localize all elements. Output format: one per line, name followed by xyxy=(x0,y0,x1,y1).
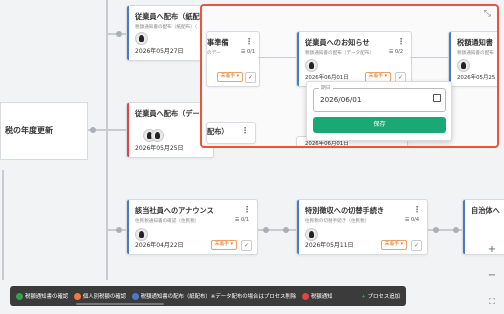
card-subtitle: 税額通知書の配布（紙配布）（ xyxy=(135,25,198,30)
task-card-hidden[interactable]: 配布） ⋮ xyxy=(206,122,256,144)
connector-node xyxy=(453,227,459,233)
connector-announce-procedure xyxy=(256,229,296,231)
card-menu-icon[interactable]: ⋮ xyxy=(413,205,421,214)
legend-label[interactable]: 税額通知 xyxy=(311,294,333,300)
connector-node xyxy=(263,227,269,233)
card-menu-icon[interactable]: ⋮ xyxy=(245,37,253,46)
zoom-out-icon[interactable]: − xyxy=(486,270,498,282)
assignee-avatar[interactable] xyxy=(305,59,318,72)
card-title: 配布） xyxy=(207,127,229,136)
process-legend-bar: 税額通知書の確認 個人別税額の確認 税額通知書の配布（紙配布）※データ配布の場合… xyxy=(10,286,406,306)
status-dropdown[interactable]: 未着手 ▾ xyxy=(380,240,407,250)
connector-node xyxy=(433,227,439,233)
status-dropdown[interactable]: 未着手 ▾ xyxy=(210,240,237,250)
card-accent-bar xyxy=(463,200,465,254)
connector-node xyxy=(116,227,122,233)
connector-overlay xyxy=(258,57,296,58)
legend-items: 税額通知書の確認 個人別税額の確認 税額通知書の配布（紙配布）※データ配布の場合… xyxy=(12,292,332,300)
card-title: 特別徴収への切替手続き xyxy=(305,206,385,215)
card-title: 事準備 xyxy=(207,38,229,47)
legend-dot xyxy=(73,292,81,300)
card-menu-icon[interactable]: ⋮ xyxy=(243,205,251,214)
legend-label[interactable]: 税額通知書の配布（紙配布）※データ配布の場合はプロセス削除 xyxy=(141,294,296,300)
card-title: 従業員へ配布（データ xyxy=(135,109,207,118)
connector-node xyxy=(116,31,122,37)
checklist-count: ☰ 0/2 xyxy=(388,49,403,55)
date-picker-popup[interactable]: 期日 2026/06/01 保存 xyxy=(306,81,452,141)
card-subtitle: のデー xyxy=(207,51,221,56)
card-subtitle: 税額通知書の配布（データ配布） xyxy=(305,51,374,56)
due-date-field[interactable]: 期日 2026/06/01 xyxy=(313,84,446,112)
expanded-process-panel[interactable]: ⤡ 事準備 ⋮ のデー ☰ 0/1 未着手 ▾ ✓ 従業員へのお知らせ ⋮ 税額… xyxy=(200,4,499,148)
add-process-label: プロセス追加 xyxy=(367,294,400,300)
status-dropdown[interactable]: 未着手 ▾ xyxy=(216,72,243,82)
connector-overlay xyxy=(410,57,448,58)
legend-label[interactable]: 個人別税額の確認 xyxy=(83,294,126,300)
card-subtitle: 住民税の切替手続き（住民税） xyxy=(305,219,370,224)
root-process-label: 税の年度更新 xyxy=(5,126,53,135)
card-accent-bar xyxy=(127,200,129,254)
task-card-switch-procedure[interactable]: 特別徴収への切替手続き ⋮ 住民税の切替手続き（住民税） ☰ 0/4 2026年… xyxy=(296,199,428,255)
zoom-in-icon[interactable]: + xyxy=(486,244,498,256)
card-menu-icon[interactable]: ⋮ xyxy=(397,37,405,46)
connector-left xyxy=(2,170,4,280)
complete-checkbox[interactable]: ✓ xyxy=(411,240,422,251)
save-button[interactable]: 保存 xyxy=(313,117,446,133)
card-due-date: 2026年06月01日 xyxy=(305,75,349,81)
card-accent-bar xyxy=(297,200,299,254)
due-date-value[interactable]: 2026/06/01 xyxy=(320,95,361,104)
task-card-prep[interactable]: 事準備 ⋮ のデー ☰ 0/1 未着手 ▾ ✓ xyxy=(206,31,260,87)
legend-label[interactable]: 税額通知書の確認 xyxy=(25,294,68,300)
complete-checkbox[interactable]: ✓ xyxy=(241,240,252,251)
assignee-avatar[interactable] xyxy=(457,59,470,72)
card-title: 該当社員へのアナウンス xyxy=(135,206,214,215)
root-process-node[interactable]: 税の年度更新 xyxy=(0,102,88,160)
checklist-count: ☰ 0/1 xyxy=(240,49,255,55)
legend-dot xyxy=(131,292,139,300)
card-subtitle: 住民税通知書の確認（住民税） xyxy=(135,219,200,224)
legend-scrollbar[interactable] xyxy=(76,303,164,305)
card-due-date: 2026年05月25 xyxy=(457,75,496,81)
complete-checkbox[interactable]: ✓ xyxy=(245,72,256,83)
card-accent-bar xyxy=(297,32,299,86)
card-title: 自治体へ xyxy=(471,206,500,215)
connector-node xyxy=(283,227,289,233)
card-title: 従業員へのお知らせ xyxy=(305,38,370,47)
card-menu-icon[interactable]: ⋮ xyxy=(241,126,249,135)
close-icon[interactable]: ⤡ xyxy=(484,9,491,19)
card-due-date: 2026年05月27日 xyxy=(135,48,184,55)
due-date-label: 期日 xyxy=(319,84,333,91)
legend-dot xyxy=(16,292,23,300)
task-card-announcement[interactable]: 該当社員へのアナウンス ⋮ 住民税通知書の確認（住民税） ☰ 0/1 2026年… xyxy=(126,199,258,255)
card-subtitle: 税額通知書の配布 xyxy=(457,51,494,56)
task-card-tax-notice[interactable]: 税額通知書 税額通知書の配布 2026年05月25 xyxy=(448,31,497,87)
card-accent-bar xyxy=(127,6,129,60)
plus-icon: + xyxy=(361,294,366,300)
card-due-date: 2026年05月25日 xyxy=(135,145,184,152)
add-process-button[interactable]: + プロセス追加 xyxy=(361,292,400,300)
card-due-date: 2026年04月22日 xyxy=(135,242,184,249)
card-accent-bar xyxy=(449,32,451,86)
card-accent-bar xyxy=(127,103,129,157)
card-due-date: 2026年05月11日 xyxy=(305,242,354,249)
checklist-count: ☰ 0/4 xyxy=(404,217,419,223)
assignee-avatar[interactable] xyxy=(135,32,148,45)
assignee-avatar[interactable] xyxy=(151,129,164,142)
connector-node xyxy=(90,127,96,133)
card-title: 税額通知書 xyxy=(457,38,493,47)
task-card-employee-notice[interactable]: 従業員へのお知らせ ⋮ 税額通知書の配布（データ配布） ☰ 0/2 2026年0… xyxy=(296,31,412,87)
fit-view-icon[interactable]: ⛶ xyxy=(486,296,498,308)
connector-vertical xyxy=(106,0,108,280)
legend-dot xyxy=(301,292,309,300)
checklist-count: ☰ 0/1 xyxy=(234,217,249,223)
calendar-icon[interactable] xyxy=(433,94,441,102)
